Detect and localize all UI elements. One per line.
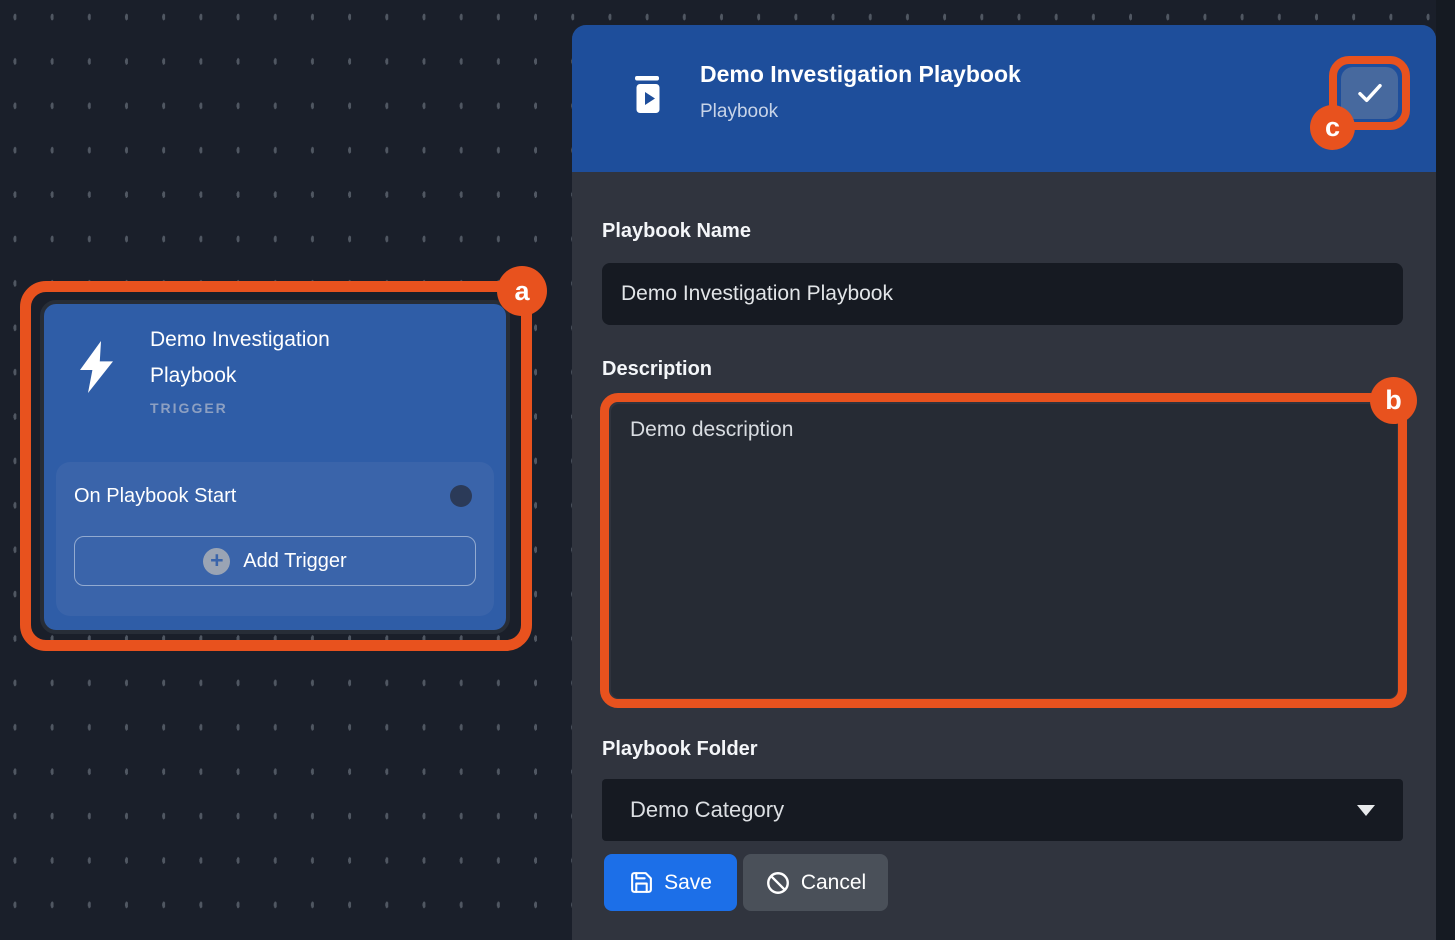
trigger-row[interactable]: On Playbook Start bbox=[74, 482, 476, 510]
add-trigger-button[interactable]: + Add Trigger bbox=[74, 536, 476, 586]
trigger-node-type-label: TRIGGER bbox=[150, 400, 400, 416]
playbook-folder-label: Playbook Folder bbox=[602, 738, 758, 761]
playbook-name-input[interactable] bbox=[602, 263, 1403, 325]
playbook-name-label: Playbook Name bbox=[602, 220, 751, 243]
panel-title: Demo Investigation Playbook bbox=[700, 61, 1021, 88]
playbook-folder-value: Demo Category bbox=[630, 797, 784, 823]
connection-dot[interactable] bbox=[450, 485, 472, 507]
chevron-down-icon bbox=[1357, 805, 1375, 816]
panel-right-gutter bbox=[1436, 0, 1455, 940]
check-icon bbox=[1354, 77, 1386, 109]
cancel-label: Cancel bbox=[801, 871, 866, 895]
trigger-node-titles: Demo Investigation Playbook TRIGGER bbox=[150, 322, 400, 416]
panel-subtitle: Playbook bbox=[700, 101, 778, 123]
playbook-book-icon bbox=[633, 74, 663, 116]
playbook-folder-select[interactable]: Demo Category bbox=[602, 779, 1403, 841]
trigger-list-panel: On Playbook Start + Add Trigger bbox=[56, 462, 494, 616]
lightning-bolt-icon bbox=[64, 338, 128, 396]
trigger-row-label: On Playbook Start bbox=[74, 485, 236, 508]
save-button[interactable]: Save bbox=[604, 854, 737, 911]
cancel-button[interactable]: Cancel bbox=[743, 854, 888, 911]
trigger-node-card[interactable]: Demo Investigation Playbook TRIGGER On P… bbox=[40, 300, 510, 634]
save-label: Save bbox=[664, 871, 712, 895]
playbook-editor-canvas: Demo Investigation Playbook TRIGGER On P… bbox=[0, 0, 1455, 940]
cancel-icon bbox=[765, 870, 791, 896]
playbook-details-panel: Demo Investigation Playbook Playbook Pla… bbox=[572, 25, 1436, 940]
add-trigger-label: Add Trigger bbox=[243, 550, 346, 573]
description-label: Description bbox=[602, 358, 712, 381]
description-textarea[interactable]: Demo description bbox=[611, 404, 1397, 698]
panel-header: Demo Investigation Playbook Playbook bbox=[572, 25, 1436, 172]
save-icon bbox=[629, 870, 654, 895]
trigger-node-head: Demo Investigation Playbook TRIGGER bbox=[64, 322, 486, 416]
plus-icon: + bbox=[203, 548, 230, 575]
trigger-node-title: Demo Investigation Playbook bbox=[150, 322, 400, 394]
confirm-check-button[interactable] bbox=[1341, 67, 1398, 119]
